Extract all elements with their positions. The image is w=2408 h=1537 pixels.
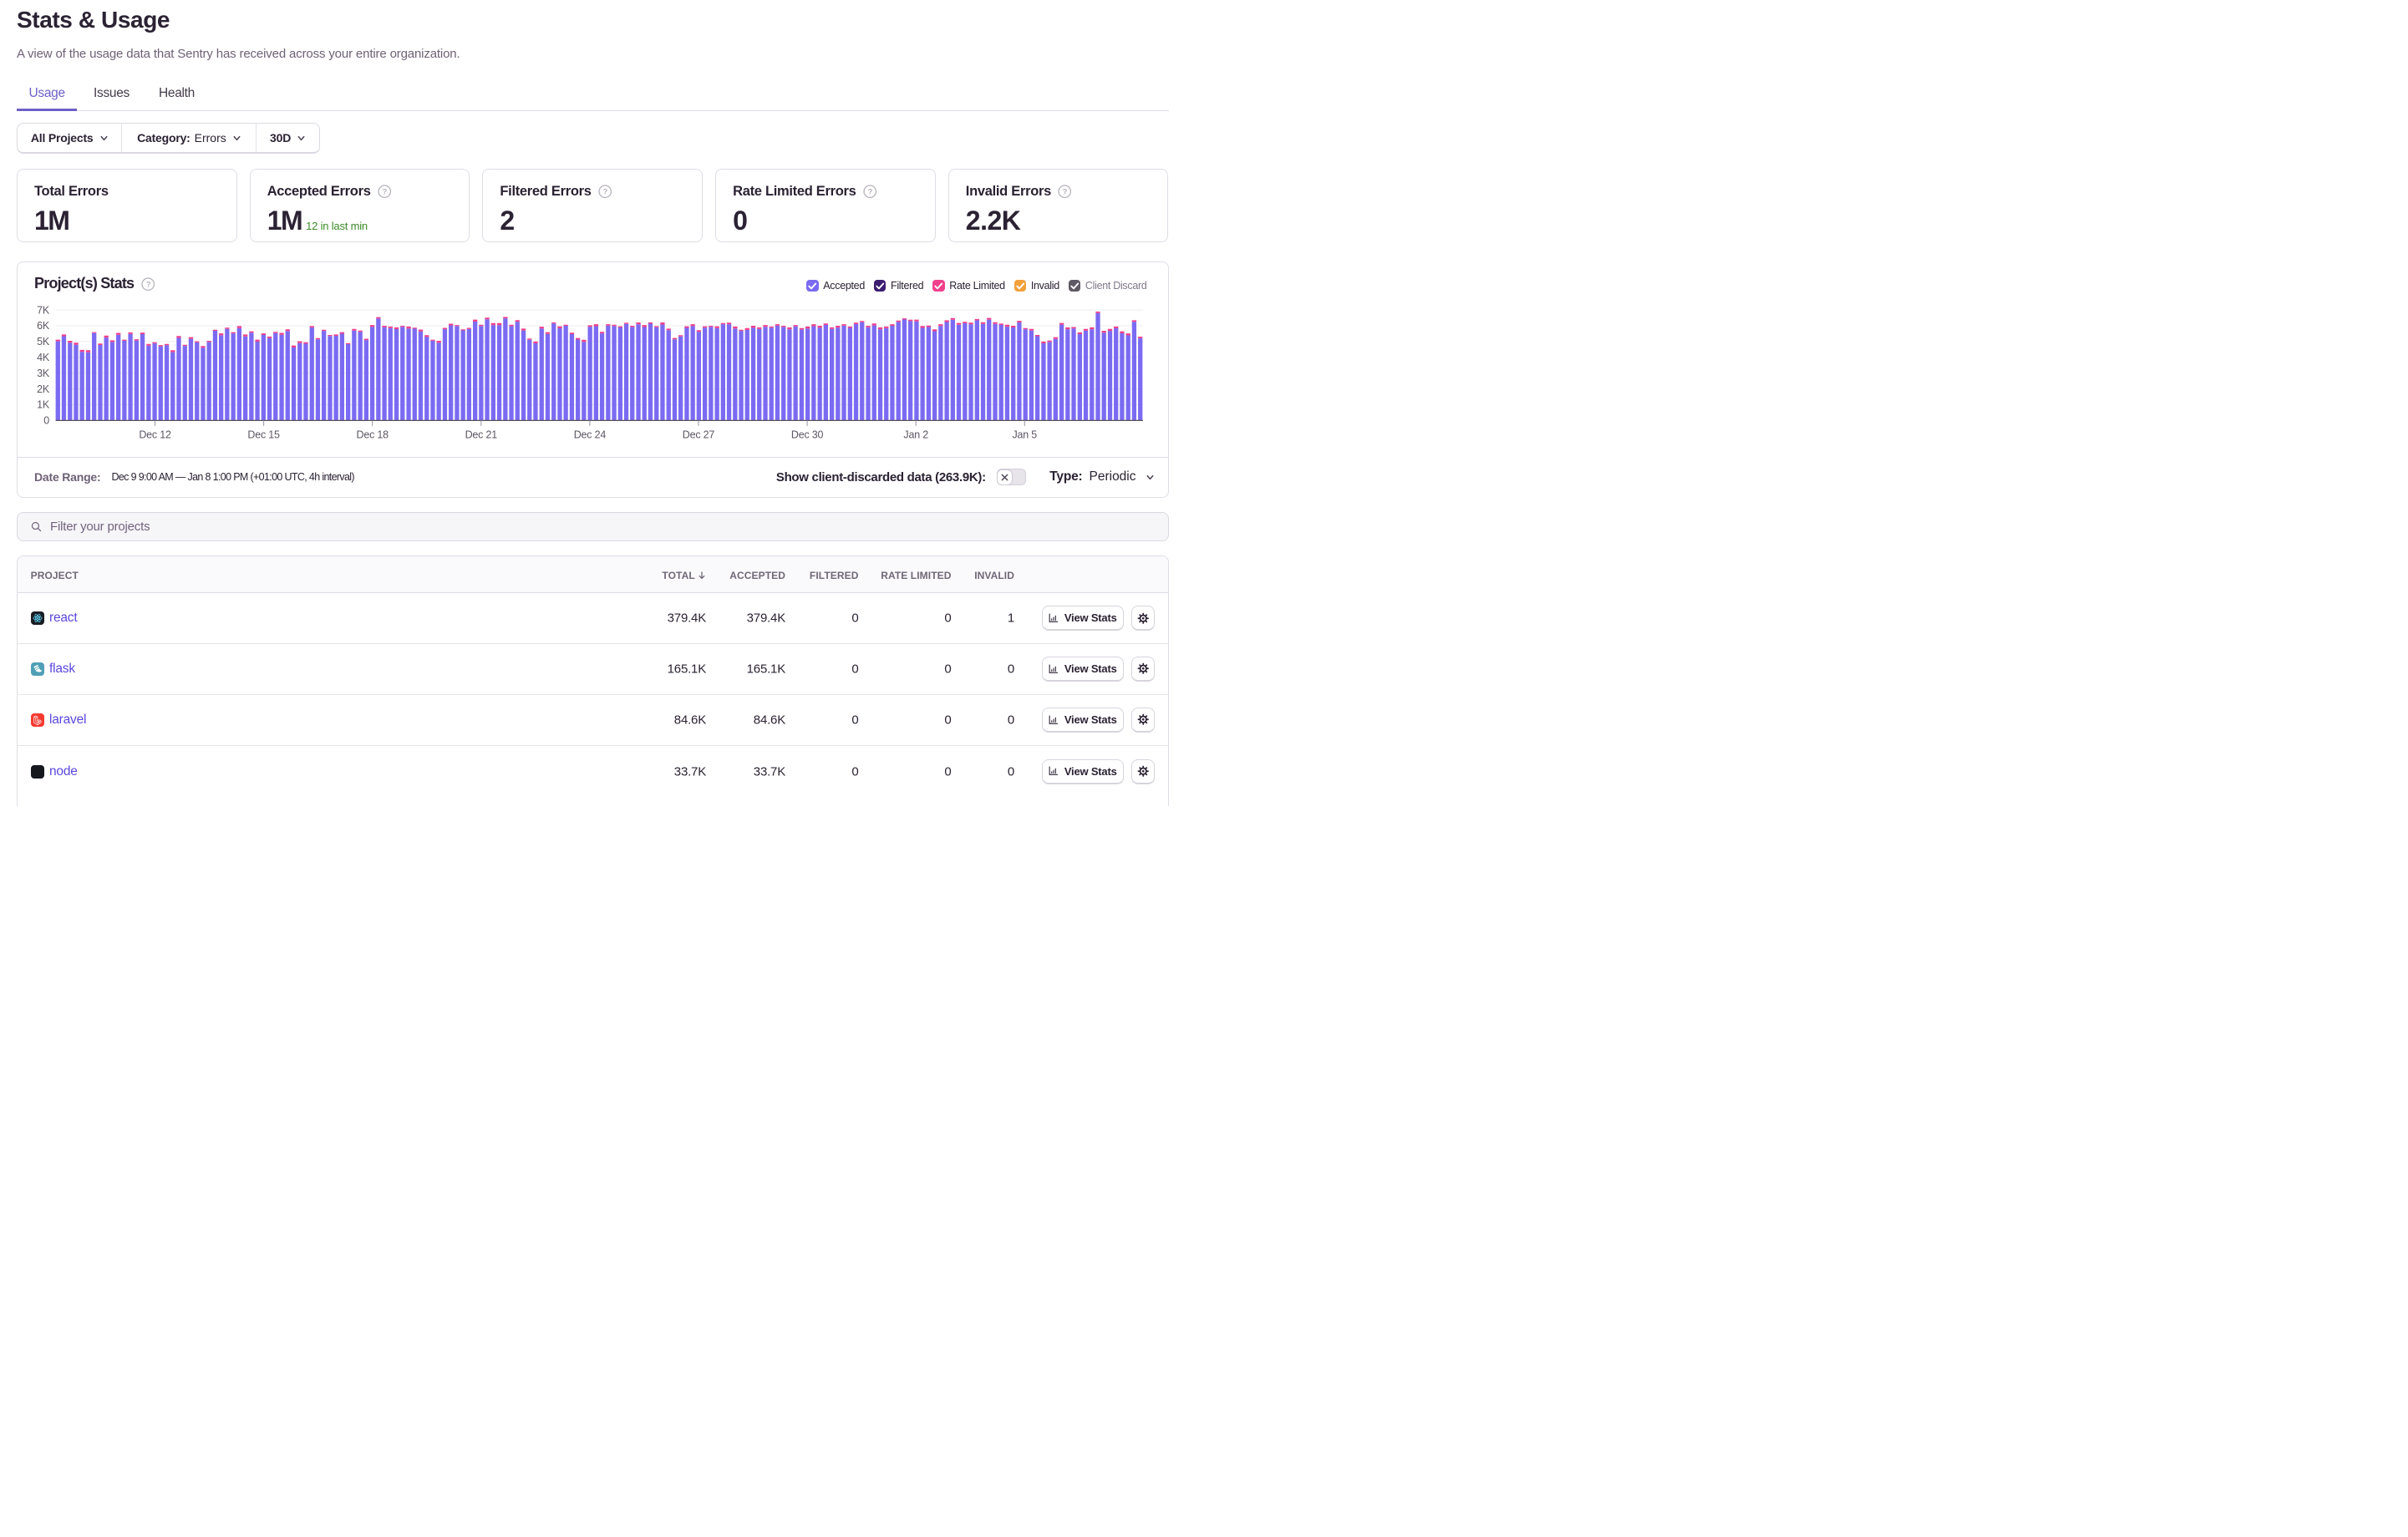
svg-text:?: ? [382,188,387,196]
svg-text:0: 0 [43,415,49,427]
svg-text:Dec 12: Dec 12 [139,429,171,441]
svg-text:Dec 30: Dec 30 [791,429,824,441]
svg-text:?: ? [602,188,607,196]
svg-text:5K: 5K [37,336,50,347]
svg-text:3K: 3K [37,368,50,379]
svg-text:4K: 4K [37,352,50,363]
svg-text:Dec 15: Dec 15 [247,429,280,441]
svg-text:Dec 27: Dec 27 [683,429,715,441]
svg-text:2K: 2K [37,383,50,395]
svg-text:Dec 24: Dec 24 [574,429,607,441]
svg-text:1K: 1K [37,399,50,411]
svg-text:Dec 18: Dec 18 [357,429,389,441]
svg-text:Dec 21: Dec 21 [465,429,498,441]
svg-text:?: ? [1063,188,1068,196]
svg-text:Jan 5: Jan 5 [1013,429,1038,441]
svg-text:Jan 2: Jan 2 [903,429,928,441]
svg-text:6K: 6K [37,321,50,332]
svg-text:?: ? [867,188,872,196]
svg-text:7K: 7K [37,305,50,317]
